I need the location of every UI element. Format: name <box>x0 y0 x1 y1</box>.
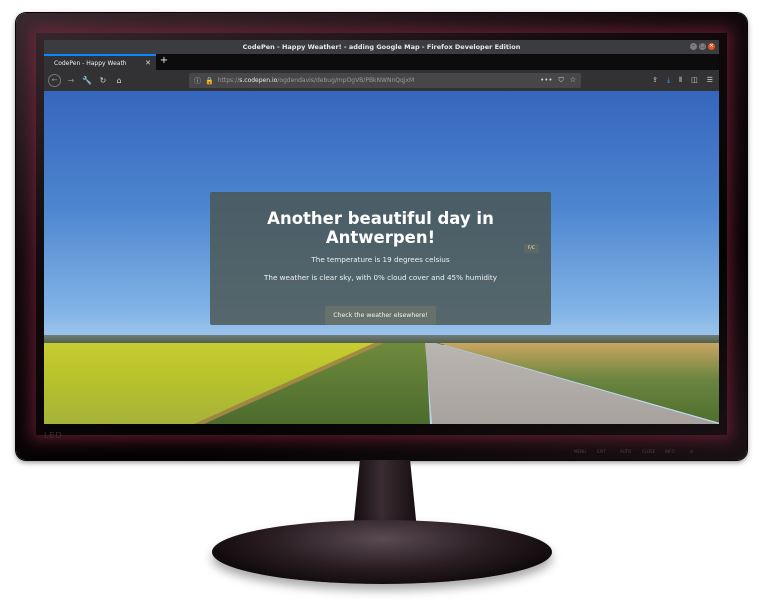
back-icon[interactable]: ← <box>48 74 61 87</box>
url-host: s.codepen.io <box>239 77 278 84</box>
tab-codepen[interactable]: CodePen - Happy Weath ✕ <box>44 54 156 70</box>
url-path: /ogdendavis/debug/mpOgVB/PBkNWNnQqjxM <box>277 77 415 84</box>
tab-title: CodePen - Happy Weath <box>54 59 127 67</box>
developer-tools-icon[interactable]: 🔧 <box>81 76 93 85</box>
tab-strip: CodePen - Happy Weath ✕ + <box>44 54 719 70</box>
page-actions-icon[interactable]: ••• <box>540 76 552 85</box>
monitor-power-button[interactable]: ⏻ <box>690 449 693 454</box>
weather-card: Another beautiful day in Antwerpen! The … <box>210 192 551 325</box>
menu-icon[interactable]: ☰ <box>707 76 713 85</box>
lock-icon: 🔒 <box>205 76 214 85</box>
minimize-icon[interactable]: – <box>690 43 697 50</box>
close-window-icon[interactable]: × <box>708 43 715 50</box>
page-viewport: Another beautiful day in Antwerpen! The … <box>44 91 719 424</box>
url-bar[interactable]: ⓘ 🔒 https://s.codepen.io/ogdendavis/debu… <box>189 73 581 88</box>
monitor-stand <box>212 520 552 584</box>
url-text[interactable]: https://s.codepen.io/ogdendavis/debug/mp… <box>218 77 536 84</box>
monitor-button-info[interactable]: INFO <box>665 449 675 454</box>
forward-icon[interactable]: → <box>65 76 77 85</box>
navigation-toolbar: ← → 🔧 ↻ ⌂ ⓘ 🔒 https://s.codepen.io/ogden… <box>44 70 719 91</box>
url-prefix: https:// <box>217 77 240 84</box>
monitor-brand: LED <box>44 431 63 440</box>
pocket-icon[interactable]: ⛉ <box>558 76 563 85</box>
site-info-icon[interactable]: ⓘ <box>194 76 201 86</box>
maximize-icon[interactable]: □ <box>699 43 706 50</box>
unit-toggle-button[interactable]: F/C <box>523 244 539 253</box>
monitor-button-menu[interactable]: MENU <box>574 449 586 454</box>
download-icon[interactable]: ⤓ <box>667 76 670 85</box>
window-titlebar: CodePen - Happy Weather! - adding Google… <box>44 40 719 54</box>
sidebar-icon[interactable]: ◫ <box>691 76 698 85</box>
monitor-button-exit[interactable]: EXIT <box>597 449 606 454</box>
check-weather-elsewhere-button[interactable]: Check the weather elsewhere! <box>325 306 436 325</box>
close-tab-icon[interactable]: ✕ <box>145 59 151 67</box>
home-icon[interactable]: ⌂ <box>113 76 125 85</box>
bookmark-star-icon[interactable]: ☆ <box>570 76 576 85</box>
window-title: CodePen - Happy Weather! - adding Google… <box>242 43 521 51</box>
monitor-button-close[interactable]: CLOSE <box>642 449 655 454</box>
share-icon[interactable]: ⇪ <box>652 76 658 85</box>
library-icon[interactable]: ⫴ <box>679 76 682 85</box>
reload-icon[interactable]: ↻ <box>97 76 109 85</box>
monitor-screen: CodePen - Happy Weather! - adding Google… <box>44 40 719 424</box>
weather-description-text: The weather is clear sky, with 0% cloud … <box>264 273 497 282</box>
monitor-button-auto[interactable]: AUTO <box>620 449 631 454</box>
temperature-text: The temperature is 19 degrees celsius <box>311 255 450 264</box>
new-tab-icon[interactable]: + <box>156 54 172 70</box>
weather-heading: Another beautiful day in Antwerpen! <box>267 209 494 247</box>
